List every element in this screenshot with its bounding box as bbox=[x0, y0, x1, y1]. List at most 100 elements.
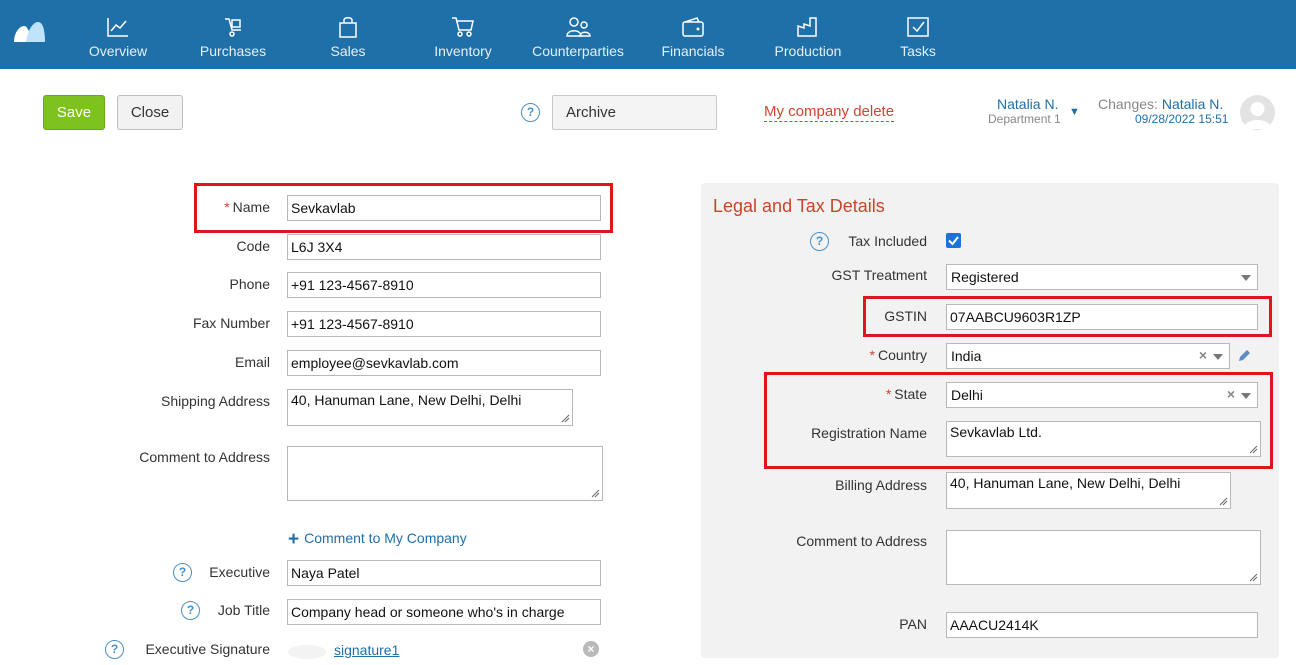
phone-label: Phone bbox=[229, 276, 270, 292]
registration-name-value: Sevkavlab Ltd. bbox=[950, 424, 1042, 440]
chart-icon bbox=[107, 18, 128, 37]
legal-comment-to-address-textarea[interactable] bbox=[946, 530, 1261, 585]
delete-company-link[interactable]: My company delete bbox=[764, 103, 895, 122]
job-title-input[interactable]: Company head or someone who's in charge bbox=[287, 599, 601, 625]
gst-treatment-select[interactable]: Registered bbox=[946, 264, 1258, 290]
resize-grip-icon[interactable] bbox=[1249, 573, 1258, 582]
nav-label: Inventory bbox=[434, 43, 492, 59]
chevron-down-icon bbox=[1241, 275, 1251, 281]
nav-sales[interactable]: Sales bbox=[291, 0, 405, 69]
executive-input[interactable]: Naya Patel bbox=[287, 560, 601, 586]
changes-label: Changes: bbox=[1098, 96, 1158, 112]
gstin-label: GSTIN bbox=[884, 308, 927, 324]
chevron-down-icon bbox=[1213, 354, 1223, 360]
help-icon[interactable]: ? bbox=[173, 563, 192, 582]
registration-name-textarea[interactable]: Sevkavlab Ltd. bbox=[946, 421, 1261, 457]
save-button[interactable]: Save bbox=[43, 95, 105, 130]
user-department: Department 1 bbox=[988, 112, 1061, 126]
purchases-icon bbox=[225, 18, 241, 37]
comment-to-address-textarea[interactable] bbox=[287, 446, 603, 501]
email-label: Email bbox=[234, 354, 270, 370]
user-avatar-icon bbox=[1244, 102, 1271, 129]
gst-treatment-label: GST Treatment bbox=[831, 267, 927, 283]
factory-icon bbox=[797, 17, 817, 37]
wallet-icon bbox=[682, 17, 704, 37]
state-value: Delhi bbox=[951, 387, 983, 403]
chevron-down-icon bbox=[1241, 393, 1251, 399]
billing-address-textarea[interactable]: 40, Hanuman Lane, New Delhi, Delhi bbox=[946, 472, 1231, 509]
people-icon bbox=[566, 17, 591, 37]
nav-label: Purchases bbox=[199, 43, 267, 59]
gst-treatment-value: Registered bbox=[951, 269, 1019, 285]
nav-label: Financials bbox=[661, 43, 725, 59]
help-icon[interactable]: ? bbox=[521, 103, 540, 122]
clear-icon[interactable]: × bbox=[1227, 386, 1235, 402]
shipping-address-textarea[interactable]: 40, Hanuman Lane, New Delhi, Delhi bbox=[287, 389, 573, 426]
shipping-address-label: Shipping Address bbox=[161, 393, 270, 409]
resize-grip-icon[interactable] bbox=[1249, 445, 1258, 454]
executive-signature-label: Executive Signature bbox=[145, 641, 270, 657]
add-comment-link[interactable]: + Comment to My Company bbox=[288, 529, 467, 551]
nav-label: Sales bbox=[330, 43, 366, 59]
billing-address-label: Billing Address bbox=[835, 477, 927, 493]
tax-included-label: Tax Included bbox=[848, 233, 927, 249]
country-value: India bbox=[951, 348, 982, 364]
checkmark-icon bbox=[948, 236, 959, 246]
clear-icon[interactable]: × bbox=[1199, 347, 1207, 363]
top-navigation-bar: Overview Purchases Sales Inventory Count… bbox=[0, 0, 1296, 69]
app-logo-icon[interactable] bbox=[12, 20, 46, 44]
changes-info: Changes: Natalia N. bbox=[1098, 96, 1223, 112]
legal-tax-title: Legal and Tax Details bbox=[713, 196, 885, 216]
nav-counterparties[interactable]: Counterparties bbox=[521, 0, 635, 69]
phone-input[interactable]: +91 123-4567-8910 bbox=[287, 272, 601, 298]
changes-user[interactable]: Natalia N. bbox=[1162, 96, 1223, 112]
help-icon[interactable]: ? bbox=[105, 640, 124, 659]
billing-address-value: 40, Hanuman Lane, New Delhi, Delhi bbox=[950, 475, 1181, 491]
resize-grip-icon[interactable] bbox=[561, 414, 570, 423]
resize-grip-icon[interactable] bbox=[591, 489, 600, 498]
name-label: * Name bbox=[224, 199, 270, 215]
nav-overview[interactable]: Overview bbox=[61, 0, 175, 69]
email-input[interactable]: employee@sevkavlab.com bbox=[287, 350, 601, 376]
bag-icon bbox=[339, 17, 357, 38]
help-icon[interactable]: ? bbox=[810, 232, 829, 251]
executive-label: Executive bbox=[209, 564, 270, 580]
nav-label: Production bbox=[774, 43, 842, 59]
pencil-icon[interactable] bbox=[1237, 348, 1251, 363]
resize-grip-icon[interactable] bbox=[1219, 497, 1228, 506]
legal-comment-to-address-label: Comment to Address bbox=[796, 533, 927, 549]
state-select[interactable]: Delhi × bbox=[946, 382, 1258, 408]
nav-inventory[interactable]: Inventory bbox=[406, 0, 520, 69]
fax-label: Fax Number bbox=[192, 315, 270, 331]
country-label: * Country bbox=[869, 347, 927, 363]
remove-icon[interactable]: × bbox=[583, 641, 599, 657]
nav-label: Tasks bbox=[900, 43, 936, 59]
cart-icon bbox=[452, 17, 474, 37]
avatar[interactable] bbox=[1240, 95, 1275, 130]
nav-production[interactable]: Production bbox=[751, 0, 865, 69]
nav-purchases[interactable]: Purchases bbox=[176, 0, 290, 69]
archive-button[interactable]: Archive bbox=[552, 95, 717, 130]
code-input[interactable]: L6J 3X4 bbox=[287, 234, 601, 260]
country-select[interactable]: India × bbox=[946, 343, 1230, 369]
pan-input[interactable]: AAACU2414K bbox=[946, 612, 1258, 638]
help-icon[interactable]: ? bbox=[181, 601, 200, 620]
nav-tasks[interactable]: Tasks bbox=[861, 0, 975, 69]
task-check-icon bbox=[907, 17, 929, 37]
job-title-label: Job Title bbox=[217, 602, 270, 618]
name-input[interactable]: Sevkavlab bbox=[287, 195, 601, 221]
nav-label: Overview bbox=[88, 43, 148, 59]
close-button[interactable]: Close bbox=[117, 95, 183, 130]
user-name[interactable]: Natalia N. bbox=[997, 96, 1058, 112]
signature-file-link[interactable]: signature1 bbox=[334, 642, 399, 658]
nav-financials[interactable]: Financials bbox=[636, 0, 750, 69]
changes-date: 09/28/2022 15:51 bbox=[1135, 112, 1229, 126]
gstin-input[interactable]: 07AABCU9603R1ZP bbox=[946, 304, 1258, 330]
fax-input[interactable]: +91 123-4567-8910 bbox=[287, 311, 601, 337]
state-label: * State bbox=[885, 386, 927, 402]
chevron-down-icon[interactable]: ▼ bbox=[1069, 106, 1080, 118]
signature-thumbnail bbox=[288, 645, 326, 659]
registration-name-label: Registration Name bbox=[811, 425, 927, 441]
comment-to-address-label: Comment to Address bbox=[139, 449, 270, 465]
tax-included-checkbox[interactable] bbox=[946, 233, 961, 248]
